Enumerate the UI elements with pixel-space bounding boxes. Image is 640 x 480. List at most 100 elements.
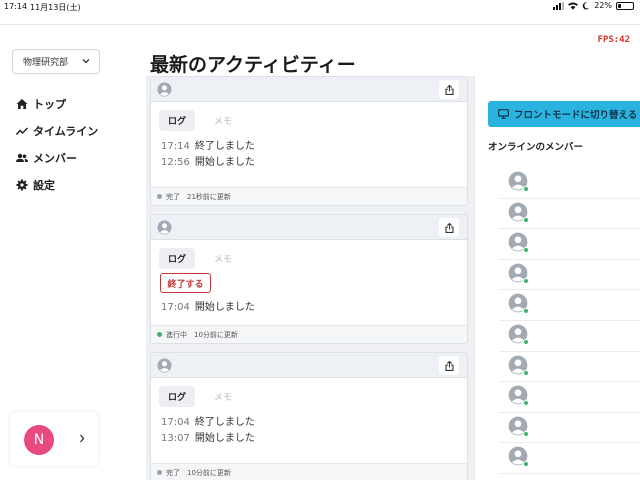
- users-icon: [16, 152, 28, 164]
- online-member[interactable]: [499, 290, 640, 321]
- moon-icon: [582, 1, 590, 10]
- log-entry: 13:07 開始しました: [161, 431, 255, 447]
- wifi-icon: [568, 2, 579, 10]
- tab-log[interactable]: ログ: [159, 248, 196, 269]
- online-member[interactable]: [499, 168, 640, 199]
- activity-card: ログ メモ 17:14 終了しました 12:56 開始しました 完了 21秒前に更新: [150, 76, 468, 206]
- log-time: 13:07: [161, 433, 190, 444]
- gear-icon: [16, 179, 28, 191]
- right-panel: フロントモードに切り替える オンラインのメンバー: [474, 76, 640, 480]
- user-avatar-icon: [157, 220, 172, 235]
- signal-icon: [553, 1, 565, 10]
- online-indicator: [523, 338, 529, 345]
- status-dot: [157, 332, 162, 337]
- share-button[interactable]: [439, 80, 459, 99]
- chevron-right-icon: [80, 434, 85, 443]
- status-bar: 17:14 11月13日(土) 22%: [0, 0, 640, 14]
- front-mode-label: フロントモードに切り替える: [514, 110, 638, 121]
- sidebar-item-settings[interactable]: 設定: [16, 171, 98, 198]
- log-text: 終了しました: [194, 141, 255, 152]
- user-avatar-icon: [157, 358, 172, 373]
- online-member[interactable]: [499, 413, 640, 444]
- user-menu[interactable]: N: [10, 412, 98, 466]
- online-members-title: オンラインのメンバー: [488, 142, 584, 153]
- online-member[interactable]: [499, 382, 640, 413]
- updated-text: 10分前に更新: [187, 468, 231, 477]
- tab-memo[interactable]: メモ: [205, 110, 241, 131]
- share-icon: [444, 360, 454, 371]
- card-footer: 完了 10分前に更新: [151, 463, 467, 480]
- log-time: 17:14: [161, 141, 190, 152]
- workspace-select[interactable]: 物理研究部: [12, 49, 100, 74]
- status-badge: 完了: [166, 468, 180, 477]
- online-indicator: [523, 400, 529, 407]
- log-text: 終了しました: [194, 417, 255, 428]
- updated-text: 10分前に更新: [194, 330, 238, 339]
- tab-memo[interactable]: メモ: [205, 248, 241, 269]
- sidebar-item-timeline[interactable]: タイムライン: [16, 117, 98, 144]
- status-dot: [157, 470, 162, 475]
- share-icon: [444, 84, 454, 95]
- activity-feed[interactable]: ログ メモ 17:14 終了しました 12:56 開始しました 完了 21秒前に更新…: [146, 76, 474, 480]
- online-indicator: [523, 369, 529, 376]
- card-footer: 完了 21秒前に更新: [151, 187, 467, 205]
- online-indicator: [523, 277, 529, 284]
- online-member[interactable]: [499, 260, 640, 291]
- card-footer: 進行中 10分前に更新: [151, 325, 467, 343]
- online-member-list: [499, 168, 640, 474]
- chevron-down-icon: [82, 59, 90, 64]
- online-member[interactable]: [499, 443, 640, 474]
- log-time: 17:04: [161, 417, 190, 428]
- status-dot: [157, 194, 162, 199]
- monitor-icon: [498, 109, 509, 119]
- sidebar-item-label: メンバー: [33, 151, 77, 165]
- status-time: 17:14: [4, 2, 28, 11]
- online-indicator: [523, 216, 529, 223]
- log-entry: 12:56 開始しました: [161, 155, 255, 171]
- online-indicator: [523, 186, 529, 192]
- sidebar-item-label: 設定: [33, 178, 55, 192]
- log-entries: 17:04 開始しました: [161, 300, 255, 316]
- updated-text: 21秒前に更新: [187, 192, 231, 201]
- fps-counter: FPS:42: [597, 35, 630, 45]
- online-member[interactable]: [499, 321, 640, 352]
- sidebar-item-members[interactable]: メンバー: [16, 144, 98, 171]
- battery-icon: [616, 1, 634, 10]
- log-entries: 17:04 終了しました 13:07 開始しました: [161, 415, 255, 447]
- sidebar-item-top[interactable]: トップ: [16, 90, 98, 117]
- user-avatar-icon: [157, 82, 172, 97]
- avatar: N: [24, 425, 54, 455]
- workspace-name: 物理研究部: [23, 58, 69, 68]
- status-badge: 完了: [166, 192, 180, 201]
- share-button[interactable]: [439, 218, 459, 237]
- front-mode-button[interactable]: フロントモードに切り替える: [488, 101, 640, 127]
- log-entry: 17:04 終了しました: [161, 415, 255, 431]
- log-time: 12:56: [161, 157, 190, 168]
- online-member[interactable]: [499, 199, 640, 230]
- log-text: 開始しました: [194, 302, 255, 313]
- share-icon: [444, 222, 454, 233]
- sidebar-item-label: タイムライン: [33, 124, 99, 138]
- tab-log[interactable]: ログ: [159, 110, 196, 131]
- log-entry: 17:14 終了しました: [161, 139, 255, 155]
- online-indicator: [523, 461, 529, 468]
- page-title: 最新のアクティビティー: [150, 54, 356, 76]
- online-indicator: [523, 247, 529, 254]
- sidebar-item-label: トップ: [33, 97, 66, 111]
- tab-log[interactable]: ログ: [159, 386, 196, 407]
- tab-memo[interactable]: メモ: [205, 386, 241, 407]
- online-member[interactable]: [499, 229, 640, 260]
- home-icon: [16, 98, 28, 110]
- sidebar-nav: トップ タイムライン メンバー 設定: [16, 90, 98, 198]
- online-member[interactable]: [499, 352, 640, 383]
- end-button[interactable]: 終了する: [160, 273, 211, 293]
- online-indicator: [523, 430, 529, 437]
- share-button[interactable]: [439, 356, 459, 375]
- log-text: 開始しました: [194, 157, 255, 168]
- log-entries: 17:14 終了しました 12:56 開始しました: [161, 139, 255, 171]
- online-indicator: [523, 308, 529, 315]
- battery-percent: 22%: [594, 1, 612, 10]
- log-text: 開始しました: [194, 433, 255, 444]
- log-entry: 17:04 開始しました: [161, 300, 255, 316]
- log-time: 17:04: [161, 302, 190, 313]
